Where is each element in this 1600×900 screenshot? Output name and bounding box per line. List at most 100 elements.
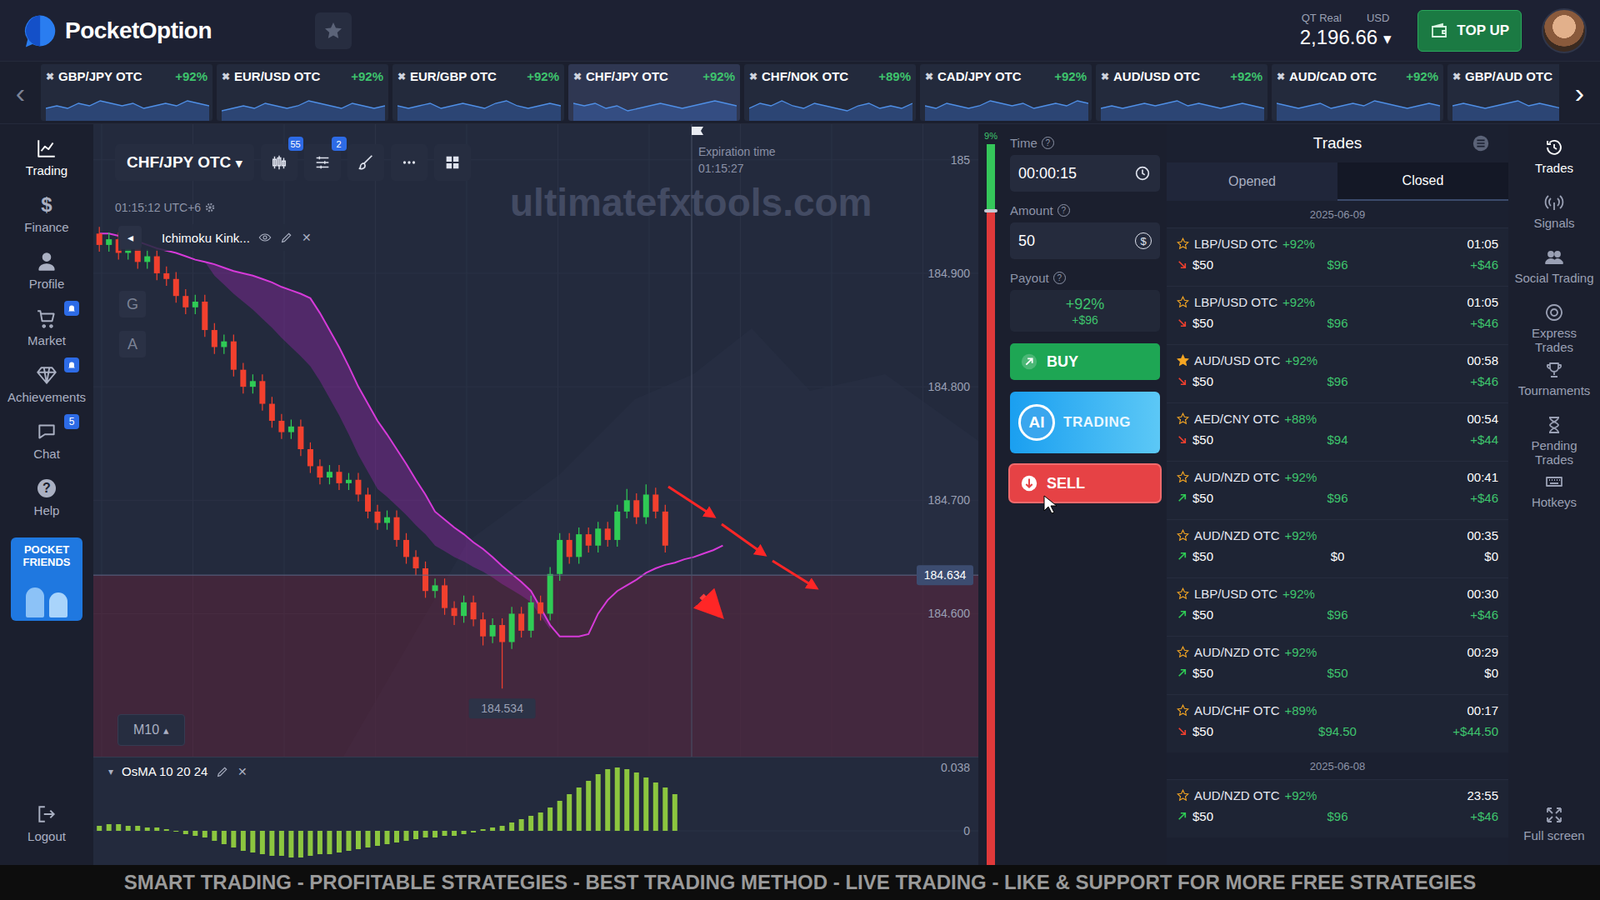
asset-dropdown[interactable]: CHF/JPY OTC ▾: [115, 144, 255, 181]
list-icon[interactable]: [1471, 134, 1490, 153]
amount-field[interactable]: 50$: [1010, 222, 1160, 260]
time-field[interactable]: 00:00:15: [1010, 155, 1160, 192]
trade-row[interactable]: AUD/CHF OTC+89%00:17 $50$94.50+$44.50: [1166, 694, 1509, 753]
close-tab-button[interactable]: ✖: [925, 70, 934, 83]
star-icon[interactable]: [1176, 789, 1190, 802]
asset-tab[interactable]: ✖GBP/AUD OTC: [1447, 64, 1560, 121]
nav-item[interactable]: Signals: [1508, 187, 1600, 243]
nav-item[interactable]: $Finance: [0, 189, 94, 246]
trade-row[interactable]: AUD/NZD OTC+92%00:29 $50$50$0: [1166, 635, 1509, 695]
remove-indicator-button[interactable]: ✕: [237, 765, 248, 779]
asset-tab[interactable]: ✖CHF/NOK OTC+89%: [744, 64, 916, 121]
trade-row[interactable]: AUD/NZD OTC+92%00:35 $50$0$0: [1166, 519, 1509, 578]
candle: [182, 289, 189, 315]
star-icon[interactable]: [1176, 354, 1190, 367]
nav-item[interactable]: Tournaments: [1508, 355, 1600, 410]
close-tab-button[interactable]: ✖: [749, 70, 758, 83]
user-avatar[interactable]: [1541, 8, 1587, 54]
close-tab-button[interactable]: ✖: [397, 70, 406, 83]
trades-tab[interactable]: Opened: [1166, 162, 1338, 201]
nav-item[interactable]: Pending Trades: [1508, 410, 1600, 468]
asset-tab[interactable]: ✖EUR/USD OTC+92%: [216, 64, 389, 121]
help-icon[interactable]: ?: [1057, 204, 1070, 217]
asset-tab[interactable]: ✖CHF/JPY OTC+92%: [568, 64, 740, 121]
ai-trading-button[interactable]: AITRADING: [1010, 391, 1160, 454]
favorite-button[interactable]: [315, 12, 352, 50]
eye-icon[interactable]: [258, 230, 272, 245]
nav-item[interactable]: Achievements: [0, 359, 94, 416]
gear-icon[interactable]: [204, 201, 216, 214]
star-icon[interactable]: [1176, 645, 1190, 659]
star-icon[interactable]: [1176, 412, 1190, 425]
nav-item[interactable]: Trades: [1508, 132, 1600, 188]
asset-tab[interactable]: ✖GBP/JPY OTC+92%: [40, 64, 213, 121]
account-balance[interactable]: QT RealUSD2,196.66 ▾: [1300, 11, 1395, 50]
trade-row[interactable]: LBP/USD OTC+92%01:05 $50$96+$46: [1166, 285, 1509, 345]
strip-prev-button[interactable]: ‹: [0, 61, 41, 124]
more-button[interactable]: [390, 144, 428, 181]
star-icon[interactable]: [1176, 295, 1190, 309]
trade-row[interactable]: AUD/USD OTC+92%00:58 $50$96+$46: [1166, 344, 1509, 403]
price-chart[interactable]: ultimatefxtools.comExpiration time01:15:…: [93, 124, 979, 757]
top-up-button[interactable]: TOP UP: [1417, 10, 1522, 52]
nav-item[interactable]: Profile: [0, 245, 94, 303]
close-tab-button[interactable]: ✖: [1452, 70, 1461, 83]
star-icon[interactable]: [1176, 587, 1190, 600]
remove-indicator-button[interactable]: ✕: [301, 230, 312, 245]
nav-item[interactable]: Express Trades: [1508, 297, 1600, 355]
arrow-down-icon: [1176, 434, 1188, 445]
pencil-icon[interactable]: [215, 765, 230, 779]
nav-item[interactable]: ?Help: [0, 472, 94, 530]
asset-tab[interactable]: ✖AUD/CAD OTC+92%: [1271, 64, 1444, 121]
trade-row[interactable]: AED/CNY OTC+88%00:54 $50$94+$44: [1166, 402, 1509, 461]
osma-legend: ▾OsMA 10 20 24✕: [103, 762, 253, 780]
star-icon[interactable]: [1176, 704, 1190, 717]
star-icon[interactable]: [1176, 470, 1190, 484]
close-tab-button[interactable]: ✖: [221, 70, 230, 83]
close-tab-button[interactable]: ✖: [1100, 70, 1110, 83]
asset-tab[interactable]: ✖EUR/GBP OTC+92%: [392, 64, 565, 121]
close-tab-button[interactable]: ✖: [45, 70, 55, 83]
asset-tab[interactable]: ✖AUD/USD OTC+92%: [1095, 64, 1268, 121]
fullscreen-button[interactable]: Full screen: [1508, 800, 1600, 855]
candle: [605, 521, 611, 547]
nav-item[interactable]: Social Trading: [1508, 242, 1600, 298]
indicators-button[interactable]: 2: [304, 144, 341, 181]
drawing-button[interactable]: [347, 144, 385, 181]
pencil-icon[interactable]: [280, 230, 294, 245]
timeframe-button[interactable]: M10 ▴: [117, 714, 185, 746]
nav-item[interactable]: Trading: [0, 132, 94, 190]
asset-tab[interactable]: ✖CAD/JPY OTC+92%: [920, 64, 1092, 121]
trade-row[interactable]: AUD/NZD OTC+92%23:55 $50$96+$46: [1166, 779, 1509, 838]
star-icon[interactable]: [1176, 237, 1190, 250]
trade-row[interactable]: AUD/NZD OTC+92%00:41 $50$96+$46: [1166, 460, 1509, 520]
logout-button[interactable]: Logout: [0, 798, 94, 855]
trades-tab[interactable]: Closed: [1337, 162, 1509, 201]
close-tab-button[interactable]: ✖: [573, 70, 582, 83]
trade-row[interactable]: LBP/USD OTC+92%00:30 $50$96+$46: [1166, 577, 1509, 636]
candlestick-chart[interactable]: ultimatefxtools.comExpiration time01:15:…: [93, 124, 979, 757]
chart-type-button[interactable]: 55: [260, 144, 298, 181]
trade-row[interactable]: LBP/USD OTC+92%01:05 $50$96+$46: [1166, 227, 1509, 286]
grid-line: [93, 386, 979, 388]
collapse-button[interactable]: ◂: [118, 225, 142, 250]
nav-item[interactable]: 5Chat: [0, 415, 94, 473]
clock-icon[interactable]: [1133, 164, 1152, 183]
brand[interactable]: PocketOption: [20, 11, 212, 50]
star-icon[interactable]: [1176, 529, 1190, 542]
collapse-button[interactable]: ▾: [108, 765, 114, 778]
buy-button[interactable]: BUY: [1010, 343, 1160, 380]
side-button[interactable]: A: [119, 330, 146, 358]
sell-button[interactable]: SELL: [1010, 465, 1160, 502]
layout-button[interactable]: [434, 144, 471, 181]
nav-item[interactable]: Market: [0, 302, 94, 360]
help-icon[interactable]: ?: [1053, 271, 1066, 285]
indicator-legend: ◂Ichimoku Kink...✕: [118, 224, 317, 251]
strip-next-button[interactable]: ›: [1559, 61, 1600, 124]
pocket-friends-card[interactable]: POCKETFRIENDS: [10, 537, 83, 621]
help-icon[interactable]: ?: [1041, 136, 1055, 150]
currency-icon[interactable]: $: [1135, 232, 1152, 250]
close-tab-button[interactable]: ✖: [1276, 70, 1285, 83]
side-button[interactable]: G: [119, 290, 146, 318]
nav-item[interactable]: Hotkeys: [1508, 466, 1600, 522]
